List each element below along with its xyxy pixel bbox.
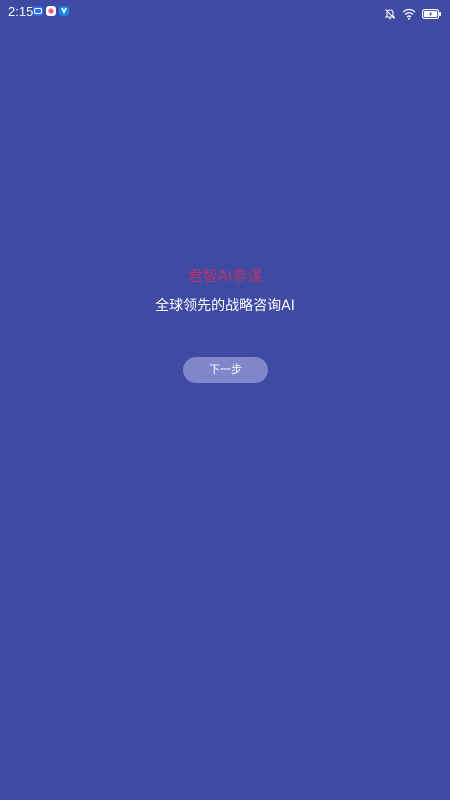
vpn-app-icon <box>59 6 69 16</box>
mute-icon <box>384 5 396 24</box>
status-app-icons <box>33 6 69 16</box>
subtitle: 全球领先的战略咨询AI <box>155 298 295 314</box>
next-button[interactable]: 下一步 <box>183 357 268 383</box>
battery-charging-icon <box>422 5 442 24</box>
status-time: 2:15 <box>8 4 34 19</box>
status-right-icons <box>384 5 442 24</box>
pink-app-icon <box>46 6 56 16</box>
message-app-icon <box>33 6 43 16</box>
hero-section: 君智AI参谋 全球领先的战略咨询AI <box>0 262 450 315</box>
wifi-icon <box>402 5 416 24</box>
brand-title: 君智AI参谋 <box>187 267 263 285</box>
status-bar: 2:15 <box>0 0 450 24</box>
